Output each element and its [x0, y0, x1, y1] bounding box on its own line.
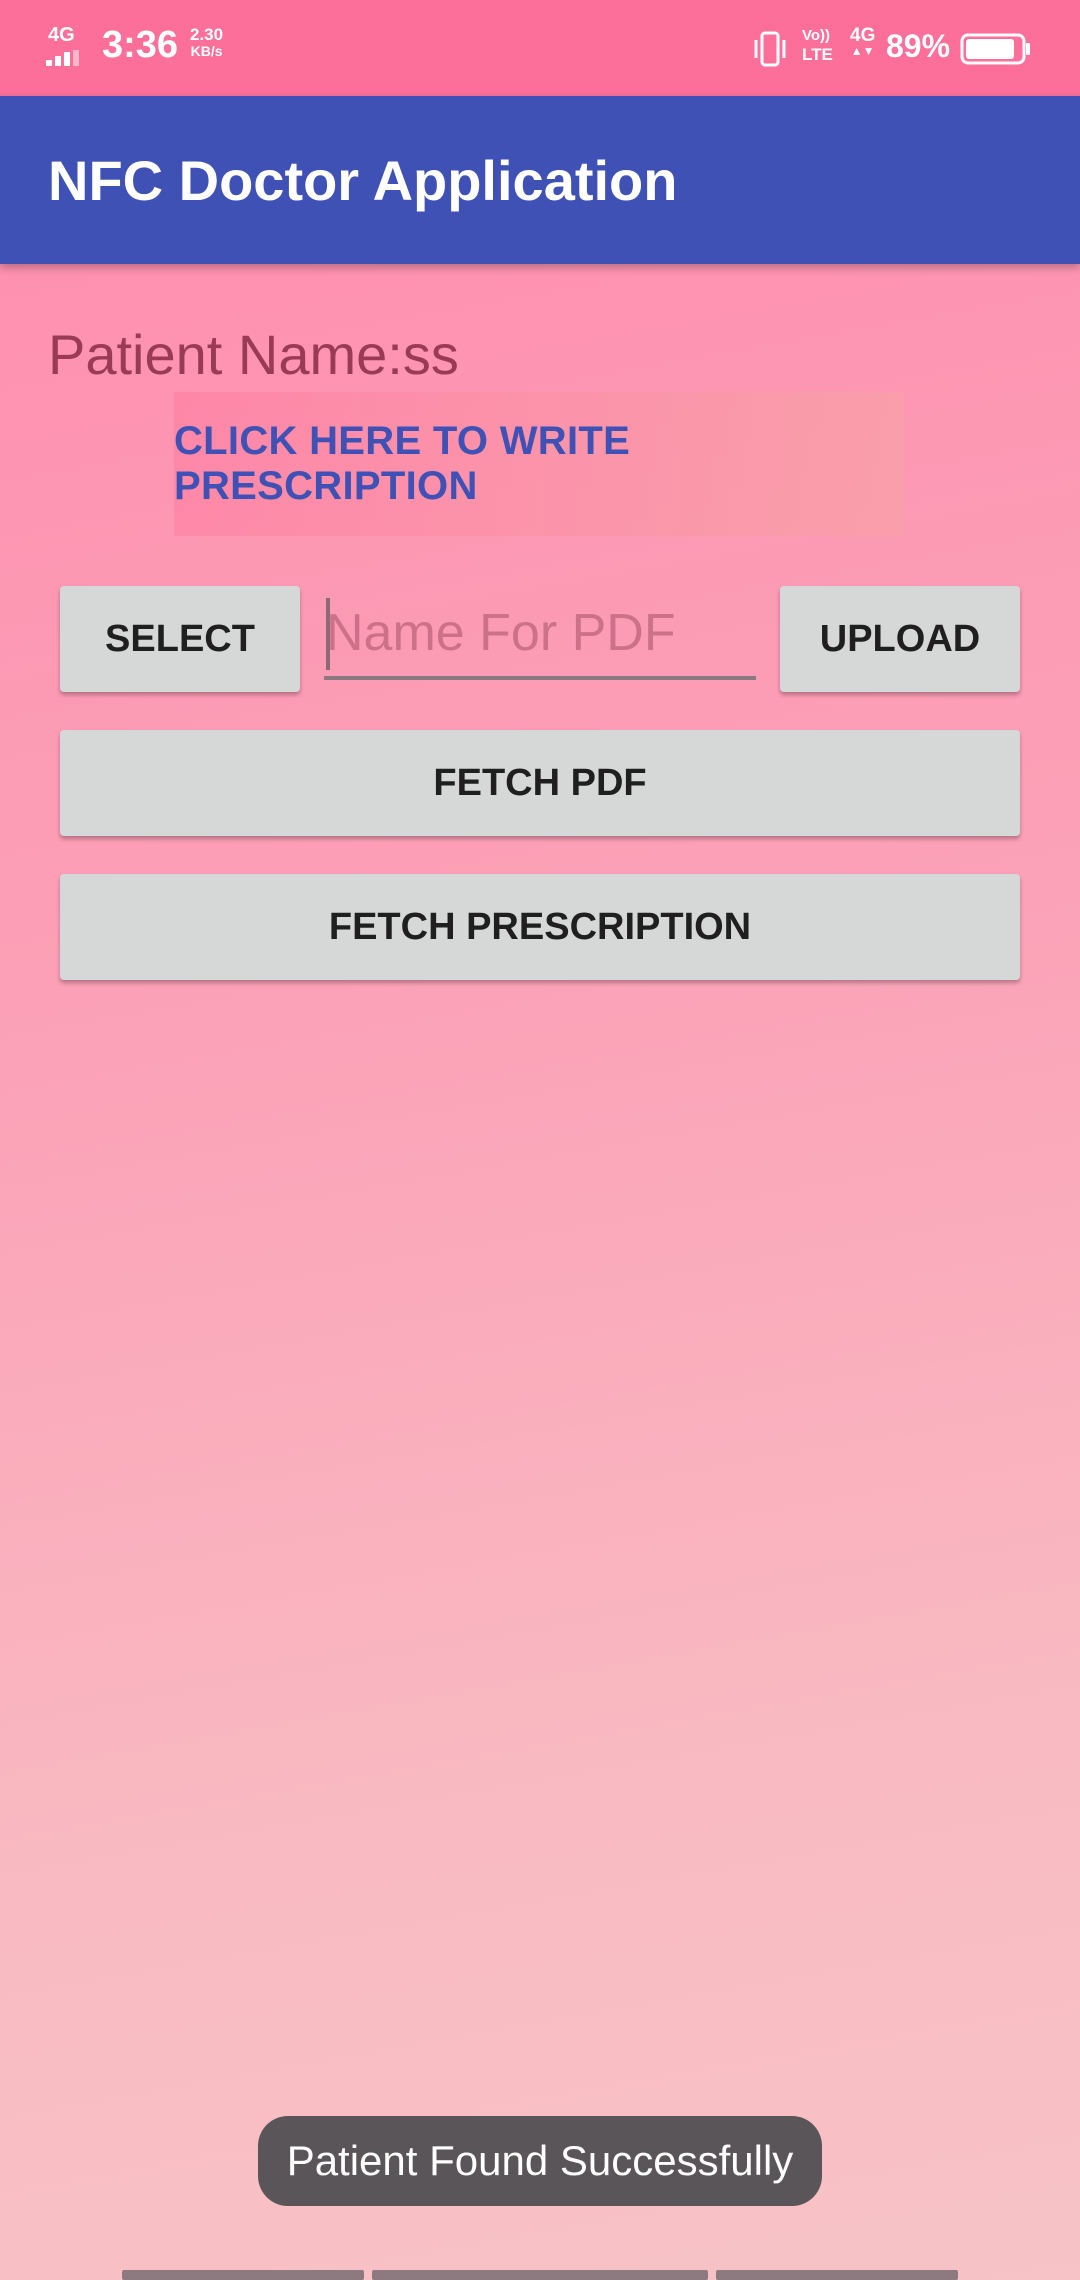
text-caret [326, 598, 330, 670]
nav-hint-center [372, 2270, 708, 2280]
nav-hint-left [122, 2270, 364, 2280]
patient-name-label: Patient Name:ss [48, 323, 459, 386]
select-button[interactable]: SELECT [60, 586, 300, 692]
volte-indicator: Vo)) LTE [802, 26, 833, 64]
status-time: 3:36 [102, 24, 179, 66]
volte-bottom: LTE [802, 45, 833, 64]
pdf-name-input[interactable] [324, 590, 756, 680]
network-type-right: 4G ▲▼ [850, 26, 875, 57]
toast-message: Patient Found Successfully [258, 2116, 822, 2206]
fetch-pdf-button[interactable]: FETCH PDF [60, 730, 1020, 836]
app-bar: NFC Doctor Application [0, 96, 1080, 264]
network-speed-unit: KB/s [190, 43, 223, 59]
data-arrows-icon: ▲▼ [850, 44, 875, 58]
battery-icon [960, 33, 1030, 65]
app-title: NFC Doctor Application [48, 149, 678, 212]
upload-button[interactable]: UPLOAD [780, 586, 1020, 692]
battery-percent: 89% [886, 28, 951, 64]
write-prescription-button[interactable]: CLICK HERE TO WRITE PRESCRIPTION [174, 392, 904, 536]
network-speed-value: 2.30 [190, 25, 224, 44]
nav-hint-right [716, 2270, 958, 2280]
fetch-prescription-button[interactable]: FETCH PRESCRIPTION [60, 874, 1020, 980]
signal-icon: 4G [46, 22, 90, 66]
status-bar: 4G 3:36 2.30 KB/s Vo)) LTE 4G ▲▼ 89% [0, 0, 1080, 96]
vibrate-icon [754, 31, 786, 67]
network-type-left: 4G [48, 24, 75, 46]
network-speed: 2.30 KB/s [190, 26, 223, 60]
volte-top: Vo)) [802, 27, 831, 44]
network-type-right-label: 4G [850, 25, 876, 46]
